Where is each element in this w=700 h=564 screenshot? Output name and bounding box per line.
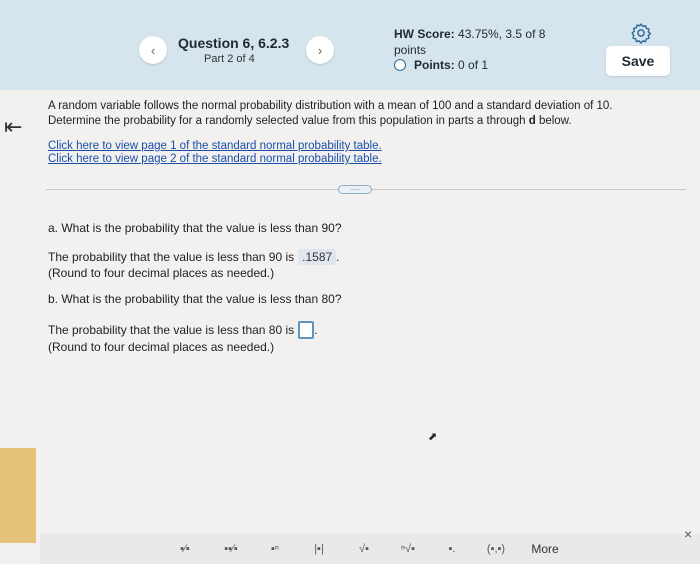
part-b-answer-row: The probability that the value is less t… (48, 321, 318, 339)
part-a-question: a. What is the probability that the valu… (48, 221, 342, 235)
exponent-tool-icon[interactable]: ▪ⁿ (262, 538, 288, 560)
points-status: Points: 0 of 1 (394, 58, 488, 72)
points-label: Points: (414, 58, 455, 72)
part-b-round-note: (Round to four decimal places as needed.… (48, 340, 275, 354)
next-question-button[interactable]: › (306, 36, 334, 64)
question-part: Part 2 of 4 (204, 53, 255, 65)
nth-root-tool-icon[interactable]: ⁿ√▪ (395, 538, 421, 560)
table-page-1-link[interactable]: Click here to view page 1 of the standar… (48, 140, 382, 152)
chevron-right-icon: › (317, 42, 323, 58)
sidebar-accent (0, 448, 36, 543)
prompt-line-2: Determine the probability for a randomly… (48, 115, 572, 127)
part-b-answer-prefix: The probability that the value is less t… (48, 323, 295, 337)
absolute-value-tool-icon[interactable]: |▪| (306, 538, 332, 560)
circle-icon (394, 59, 406, 71)
fraction-tool-icon[interactable]: ▪⁄▪ (172, 538, 198, 560)
part-a-round-note: (Round to four decimal places as needed.… (48, 266, 275, 280)
part-a-answer-value[interactable]: .1587 (298, 249, 337, 265)
problem-prompt: A random variable follows the normal pro… (48, 99, 668, 129)
gear-icon[interactable] (630, 22, 652, 44)
hw-score-value: 43.75%, 3.5 of 8 (458, 27, 546, 41)
save-button[interactable]: Save (606, 46, 670, 76)
more-tools-button[interactable]: More (523, 538, 567, 560)
question-title: Question 6, 6.2.3 (178, 35, 290, 51)
chevron-left-icon: ‹ (150, 42, 156, 58)
part-b-answer-input[interactable] (298, 321, 315, 339)
decimal-tool-icon[interactable]: ▪. (439, 538, 465, 560)
prompt-line-1: A random variable follows the normal pro… (48, 100, 613, 112)
ordered-pair-tool-icon[interactable]: (▪,▪) (483, 538, 509, 560)
part-a-answer-prefix: The probability that the value is less t… (48, 250, 295, 264)
question-header: ‹ Question 6, 6.2.3 Part 2 of 4 › HW Sco… (0, 0, 700, 90)
close-icon[interactable]: × (684, 526, 692, 542)
table-page-2-link[interactable]: Click here to view page 2 of the standar… (48, 153, 382, 165)
points-value: 0 of 1 (458, 58, 489, 72)
mixed-number-tool-icon[interactable]: ▪▪⁄▪ (218, 538, 244, 560)
part-a-answer-row: The probability that the value is less t… (48, 249, 340, 265)
expand-button[interactable]: ..... (338, 185, 372, 194)
previous-question-button[interactable]: ‹ (139, 36, 167, 64)
square-root-tool-icon[interactable]: √▪ (351, 538, 377, 560)
back-arrow-icon[interactable]: ⇤ (4, 114, 22, 140)
part-b-question: b. What is the probability that the valu… (48, 292, 342, 306)
hw-score-label: HW Score: (394, 27, 455, 41)
mouse-cursor-icon: ⬈ (428, 431, 438, 443)
hw-score-unit: points (394, 43, 427, 57)
hw-score: HW Score: 43.75%, 3.5 of 8 points (394, 26, 569, 58)
